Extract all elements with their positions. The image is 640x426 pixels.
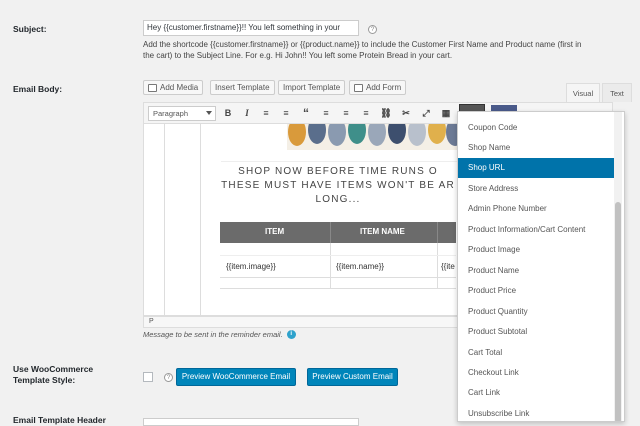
table-cell-item-extra: {{ite <box>441 262 455 271</box>
info-icon[interactable]: i <box>286 330 296 339</box>
chevron-down-icon <box>206 111 212 115</box>
add-media-button[interactable]: Add Media <box>143 80 204 95</box>
dropdown-item[interactable]: Product Information/Cart Content <box>458 220 614 240</box>
subject-description-line2: the cart) to the Subject Line. For e.g. … <box>143 51 453 60</box>
media-icon <box>148 83 157 92</box>
subject-description-line1: Add the shortcode {{customer.firstname}}… <box>143 40 582 49</box>
numbered-list-icon[interactable]: ≡ <box>279 106 293 120</box>
dropdown-item[interactable]: Store Address <box>458 179 614 199</box>
bold-icon[interactable]: B <box>221 106 235 120</box>
banner-line-1: SHOP NOW BEFORE TIME RUNS O <box>238 166 438 177</box>
woo-label-line2: Template Style: <box>13 375 76 385</box>
items-table-header: ITEM ITEM NAME <box>220 222 456 243</box>
tab-text[interactable]: Text <box>602 83 632 102</box>
shortcode-dropdown-menu: Coupon Code Shop Name Shop URL Store Add… <box>457 111 625 422</box>
row-line <box>220 255 456 256</box>
unlink-icon[interactable]: ✂ <box>399 106 413 120</box>
header-divider <box>330 222 331 243</box>
insert-template-button[interactable]: Insert Template <box>210 80 275 95</box>
dropdown-item[interactable]: Unsubscribe Link <box>458 404 614 421</box>
tab-visual[interactable]: Visual <box>566 83 600 102</box>
template-header-label: Email Template Header <box>13 415 106 425</box>
align-left-icon[interactable]: ≡ <box>319 106 333 120</box>
table-cell-item-image: {{item.image}} <box>226 262 276 271</box>
blockquote-icon[interactable]: “ <box>299 106 313 120</box>
email-body-label: Email Body: <box>13 84 63 94</box>
row-divider <box>437 243 438 289</box>
email-frame-left <box>200 124 201 315</box>
bullet-list-icon[interactable]: ≡ <box>259 106 273 120</box>
dropdown-item[interactable]: Cart Link <box>458 383 614 403</box>
woo-label-line1: Use WooCommerce <box>13 364 94 374</box>
subject-input[interactable]: Hey {{customer.firstname}}!! You left so… <box>143 20 359 36</box>
preview-custom-button[interactable]: Preview Custom Email <box>307 368 398 386</box>
subject-label: Subject: <box>13 24 47 34</box>
banner-line-2: THESE MUST HAVE ITEMS WON'T BE AR <box>221 180 455 191</box>
insert-template-label: Insert Template <box>215 83 270 92</box>
dropdown-item-selected[interactable]: Shop URL <box>458 158 614 178</box>
form-icon <box>354 83 363 92</box>
woo-help-icon[interactable]: ? <box>164 373 173 382</box>
italic-icon[interactable]: I <box>240 106 254 120</box>
banner-line-3: LONG... <box>315 194 361 205</box>
dropdown-item[interactable]: Cart Total <box>458 343 614 363</box>
fullscreen-icon[interactable]: ⤢ <box>419 106 433 120</box>
format-select[interactable]: Paragraph <box>148 106 216 121</box>
dropdown-item[interactable]: Shop Name <box>458 138 614 158</box>
template-header-input[interactable] <box>143 418 359 426</box>
table-header-item-name: ITEM NAME <box>360 227 405 236</box>
dropdown-item[interactable]: Product Subtotal <box>458 322 614 342</box>
import-template-button[interactable]: Import Template <box>278 80 346 95</box>
dropdown-scrollbar[interactable] <box>614 112 622 421</box>
table-cell-item-name: {{item.name}} <box>336 262 385 271</box>
add-form-label: Add Form <box>366 83 402 92</box>
dropdown-item[interactable]: Product Image <box>458 240 614 260</box>
editor-margin <box>157 124 165 315</box>
align-center-icon[interactable]: ≡ <box>339 106 353 120</box>
preview-woocommerce-button[interactable]: Preview WooCommerce Email <box>176 368 296 386</box>
woo-template-label: Use WooCommerce Template Style: <box>13 364 93 386</box>
dropdown-item[interactable]: Admin Phone Number <box>458 199 614 219</box>
add-media-label: Add Media <box>160 83 199 92</box>
email-body-hint-text: Message to be sent in the reminder email… <box>143 330 283 339</box>
banner-pattern-image <box>287 124 457 150</box>
dropdown-item[interactable]: Coupon Code <box>458 118 614 138</box>
table-row: {{item.image}} {{item.name}} {{ite <box>220 243 456 289</box>
subject-description: Add the shortcode {{customer.firstname}}… <box>143 39 633 61</box>
dropdown-item[interactable]: Checkout Link <box>458 363 614 383</box>
dropdown-item[interactable]: Product Name <box>458 261 614 281</box>
import-template-label: Import Template <box>283 83 341 92</box>
header-divider <box>437 222 438 243</box>
table-icon[interactable]: ▦ <box>439 106 453 120</box>
woo-template-checkbox[interactable] <box>143 372 153 382</box>
link-icon[interactable]: ⛓ <box>379 106 393 120</box>
banner-text: SHOP NOW BEFORE TIME RUNS O THESE MUST H… <box>220 165 456 207</box>
dropdown-item[interactable]: Product Quantity <box>458 302 614 322</box>
align-right-icon[interactable]: ≡ <box>359 106 373 120</box>
add-form-button[interactable]: Add Form <box>349 80 407 95</box>
status-path: P <box>149 318 154 325</box>
row-divider <box>330 243 331 289</box>
scrollbar-thumb[interactable] <box>615 202 621 421</box>
table-header-item: ITEM <box>265 227 285 236</box>
email-body-hint: Message to be sent in the reminder email… <box>143 330 296 339</box>
row-line <box>220 277 456 278</box>
subject-help-icon[interactable]: ? <box>368 25 377 34</box>
dropdown-item[interactable]: Product Price <box>458 281 614 301</box>
format-select-value: Paragraph <box>153 109 189 118</box>
